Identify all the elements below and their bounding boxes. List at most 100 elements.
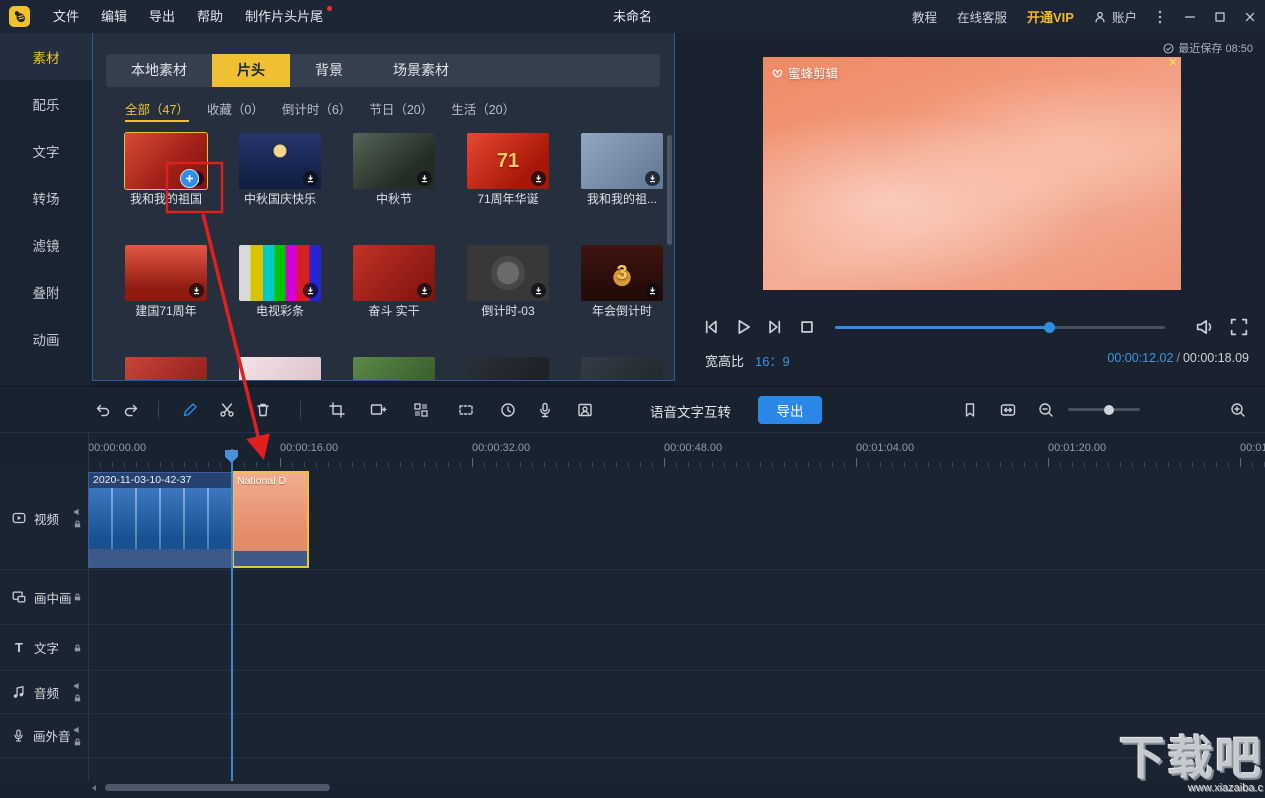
filter-festival[interactable]: 节日（20）	[369, 99, 433, 122]
material-thumbnail[interactable]	[125, 133, 207, 189]
download-icon[interactable]	[531, 171, 546, 186]
material-thumbnail[interactable]	[353, 357, 435, 381]
material-item-4[interactable]: 71 71周年华诞	[467, 133, 549, 207]
sidebar-item-music[interactable]: 配乐	[0, 80, 92, 127]
sidebar-item-media[interactable]: 素材	[0, 33, 92, 80]
material-thumbnail[interactable]	[239, 357, 321, 381]
material-item-14-partial[interactable]	[467, 357, 549, 381]
menu-export[interactable]: 导出	[138, 0, 186, 33]
material-thumbnail[interactable]	[581, 133, 663, 189]
material-item-8[interactable]: 奋斗 实干	[353, 245, 435, 319]
add-picture-icon[interactable]	[369, 401, 387, 419]
tutorial-link[interactable]: 教程	[902, 7, 947, 26]
mute-icon[interactable]	[73, 508, 82, 517]
redo-icon[interactable]	[122, 401, 140, 419]
sidebar-item-animation[interactable]: 动画	[0, 315, 92, 362]
close-button[interactable]	[1235, 0, 1265, 33]
seek-handle[interactable]	[1044, 322, 1055, 333]
tab-scene-media[interactable]: 场景素材	[368, 54, 474, 87]
menu-intro-outro[interactable]: 制作片头片尾	[234, 0, 334, 33]
zoom-out-icon[interactable]	[1037, 401, 1055, 419]
timeline-clip-video-1[interactable]: 2020-11-03-10-42-37	[88, 472, 232, 568]
watermark-close-icon[interactable]	[1169, 58, 1177, 66]
menu-edit[interactable]: 编辑	[90, 0, 138, 33]
filter-all[interactable]: 全部（47）	[125, 99, 189, 122]
sidebar-item-transitions[interactable]: 转场	[0, 174, 92, 221]
add-to-timeline-button[interactable]	[180, 169, 199, 188]
sidebar-item-text[interactable]: 文字	[0, 127, 92, 174]
preview-seek-slider[interactable]	[835, 326, 1165, 329]
fit-timeline-icon[interactable]	[999, 401, 1017, 419]
fullscreen-icon[interactable]	[1228, 316, 1250, 338]
scroll-left-icon[interactable]	[90, 784, 98, 792]
lock-icon[interactable]	[73, 593, 82, 602]
material-item-9[interactable]: 倒计时-03	[467, 245, 549, 319]
material-thumbnail[interactable]	[467, 357, 549, 381]
material-item-6[interactable]: 建国71周年	[125, 245, 207, 319]
materials-scrollbar[interactable]	[667, 135, 672, 245]
menu-file[interactable]: 文件	[42, 0, 90, 33]
download-icon[interactable]	[645, 171, 660, 186]
filter-favorites[interactable]: 收藏（0）	[207, 99, 264, 122]
material-item-5[interactable]: 我和我的祖...	[581, 133, 663, 207]
sidebar-item-filters[interactable]: 滤镜	[0, 221, 92, 268]
download-icon[interactable]	[417, 283, 432, 298]
horizontal-scrollbar[interactable]	[105, 784, 330, 791]
filter-life[interactable]: 生活（20）	[451, 99, 515, 122]
record-voice-icon[interactable]	[536, 401, 554, 419]
download-icon[interactable]	[303, 283, 318, 298]
stop-button[interactable]	[796, 316, 818, 338]
material-item-2[interactable]: 中秋国庆快乐	[239, 133, 321, 207]
material-thumbnail[interactable]	[353, 245, 435, 301]
select-region-icon[interactable]	[457, 401, 475, 419]
mute-icon[interactable]	[73, 682, 82, 691]
marker-icon[interactable]	[961, 401, 979, 419]
pip-track-row[interactable]: 画中画	[0, 570, 1265, 625]
video-preview-screen[interactable]: 蜜蜂剪辑	[763, 57, 1181, 290]
text-track-row[interactable]: T 文字	[0, 625, 1265, 671]
lock-icon[interactable]	[73, 694, 82, 703]
material-thumbnail[interactable]	[125, 357, 207, 381]
tab-intros[interactable]: 片头	[212, 54, 290, 87]
sidebar-item-overlays[interactable]: 叠附	[0, 268, 92, 315]
material-item-10[interactable]: 3 年会倒计时	[581, 245, 663, 319]
material-item-7[interactable]: 电视彩条	[239, 245, 321, 319]
portrait-icon[interactable]	[576, 401, 594, 419]
duration-icon[interactable]	[499, 401, 517, 419]
aspect-ratio-value[interactable]: 16：9	[755, 351, 790, 370]
voiceover-track-row[interactable]: 画外音	[0, 714, 1265, 758]
material-item-3[interactable]: 中秋节	[353, 133, 435, 207]
material-thumbnail[interactable]	[581, 357, 663, 381]
menu-help[interactable]: 帮助	[186, 0, 234, 33]
download-icon[interactable]	[303, 171, 318, 186]
material-thumbnail[interactable]: 3	[581, 245, 663, 301]
material-thumbnail[interactable]	[239, 133, 321, 189]
download-icon[interactable]	[189, 283, 204, 298]
download-icon[interactable]	[531, 283, 546, 298]
material-thumbnail[interactable]: 71	[467, 133, 549, 189]
material-thumbnail[interactable]	[353, 133, 435, 189]
zoom-slider-handle[interactable]	[1104, 405, 1114, 415]
tab-backgrounds[interactable]: 背景	[290, 54, 368, 87]
mosaic-icon[interactable]	[412, 401, 430, 419]
material-thumbnail[interactable]	[125, 245, 207, 301]
play-button[interactable]	[732, 316, 754, 338]
lock-icon[interactable]	[73, 737, 82, 746]
mute-icon[interactable]	[73, 725, 82, 734]
material-thumbnail[interactable]	[239, 245, 321, 301]
material-item-11-partial[interactable]	[125, 357, 207, 381]
vip-link[interactable]: 开通VIP	[1017, 7, 1084, 26]
minimize-button[interactable]	[1175, 0, 1205, 33]
timeline-ruler[interactable]: 00:00:00.00 00:00:16.00 00:00:32.00 00:0…	[0, 432, 1265, 467]
maximize-button[interactable]	[1205, 0, 1235, 33]
tab-local-media[interactable]: 本地素材	[106, 54, 212, 87]
download-icon[interactable]	[645, 283, 660, 298]
material-thumbnail[interactable]	[467, 245, 549, 301]
export-button[interactable]: 导出	[758, 396, 822, 424]
material-item-15-partial[interactable]	[581, 357, 663, 381]
online-support-link[interactable]: 在线客服	[947, 7, 1017, 26]
lock-icon[interactable]	[73, 643, 82, 652]
crop-icon[interactable]	[328, 401, 346, 419]
playhead-line[interactable]	[231, 449, 233, 781]
volume-icon[interactable]	[1194, 316, 1216, 338]
